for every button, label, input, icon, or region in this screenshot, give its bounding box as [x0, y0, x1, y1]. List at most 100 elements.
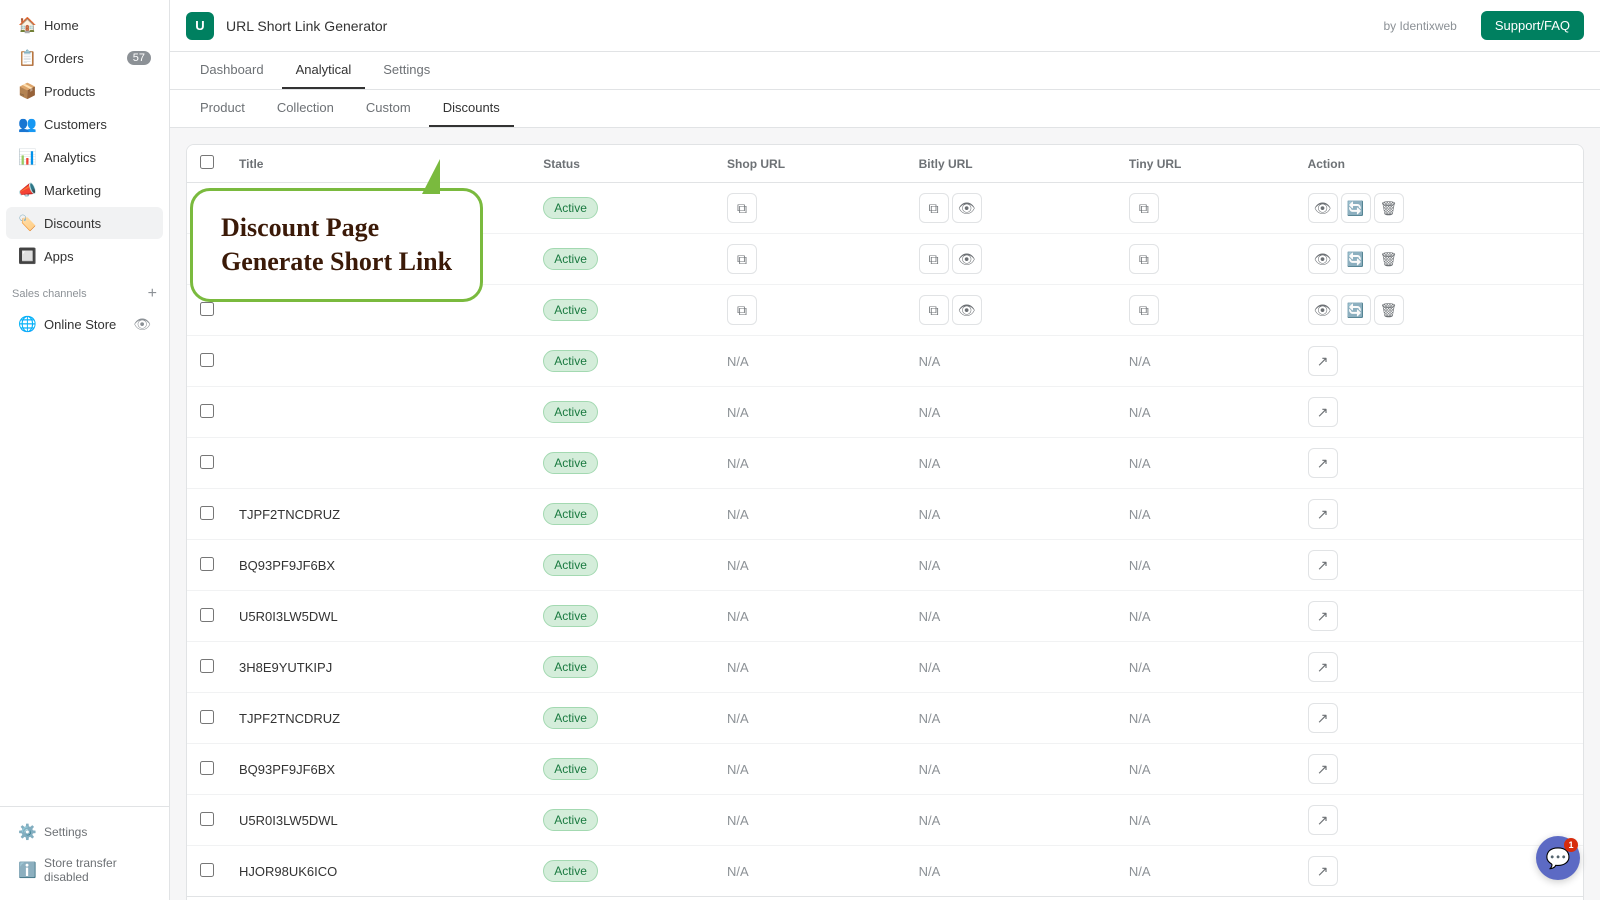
table-row: TJPF2TNCDRUZ Active N/A N/A N/A ↗: [187, 489, 1583, 540]
external-btn-13[interactable]: ↗: [1308, 856, 1338, 886]
external-btn-11[interactable]: ↗: [1308, 754, 1338, 784]
select-all-checkbox[interactable]: [200, 155, 214, 169]
sidebar-item-products[interactable]: 📦 Products: [6, 75, 163, 107]
row-title-13: HJOR98UK6ICO: [227, 846, 531, 897]
sidebar-item-marketing[interactable]: 📣 Marketing: [6, 174, 163, 206]
sidebar-item-home[interactable]: 🏠 Home: [6, 9, 163, 41]
row-checkbox-3[interactable]: [200, 353, 214, 367]
row-title-8: U5R0I3LW5DWL: [227, 591, 531, 642]
row-checkbox-1[interactable]: [200, 251, 214, 265]
external-btn-4[interactable]: ↗: [1308, 397, 1338, 427]
nav-tab-analytical[interactable]: Analytical: [282, 52, 366, 89]
row-checkbox-11[interactable]: [200, 761, 214, 775]
external-btn-9[interactable]: ↗: [1308, 652, 1338, 682]
tiny-url-cell-4: N/A: [1117, 387, 1296, 438]
nav-tab-dashboard[interactable]: Dashboard: [186, 52, 278, 89]
main-content: U URL Short Link Generator by Identixweb…: [170, 0, 1600, 900]
col-action: Action: [1296, 145, 1583, 183]
view-btn-0[interactable]: 👁: [1308, 193, 1338, 223]
sidebar-item-analytics[interactable]: 📊 Analytics: [6, 141, 163, 173]
status-badge-0: Active: [543, 197, 598, 219]
sidebar-item-apps[interactable]: 🔲 Apps: [6, 240, 163, 272]
copy-shop-btn-2[interactable]: ⧉: [727, 295, 757, 325]
support-faq-button[interactable]: Support/FAQ: [1481, 11, 1584, 40]
action-cell-7: ↗: [1296, 540, 1583, 591]
row-checkbox-13[interactable]: [200, 863, 214, 877]
external-btn-12[interactable]: ↗: [1308, 805, 1338, 835]
products-icon: 📦: [18, 82, 36, 100]
status-badge-3: Active: [543, 350, 598, 372]
table-row: Active N/A N/A N/A ↗: [187, 336, 1583, 387]
content-tab-collection[interactable]: Collection: [263, 90, 348, 127]
shop-url-cell-10: N/A: [715, 693, 907, 744]
sidebar-label-apps: Apps: [44, 249, 74, 264]
bitly-url-na-6: N/A: [919, 507, 941, 522]
app-icon: U: [186, 12, 214, 40]
row-checkbox-12[interactable]: [200, 812, 214, 826]
copy-bitly-btn-0[interactable]: ⧉: [919, 193, 949, 223]
row-checkbox-0[interactable]: [200, 200, 214, 214]
external-btn-5[interactable]: ↗: [1308, 448, 1338, 478]
pagination: ← →: [187, 896, 1583, 900]
content-tab-product[interactable]: Product: [186, 90, 259, 127]
external-btn-3[interactable]: ↗: [1308, 346, 1338, 376]
shop-url-cell-0: ⧉: [715, 183, 907, 234]
bitly-url-cell-11: N/A: [907, 744, 1117, 795]
channel-expand-icon: 👁: [133, 316, 151, 333]
copy-bitly-btn-1[interactable]: ⧉: [919, 244, 949, 274]
tiny-url-cell-6: N/A: [1117, 489, 1296, 540]
table-row: U5R0I3LW5DWL Active N/A N/A N/A ↗: [187, 795, 1583, 846]
view-btn-1[interactable]: 👁: [1308, 244, 1338, 274]
action-cell-12: ↗: [1296, 795, 1583, 846]
sidebar-item-discounts[interactable]: 🏷️ Discounts: [6, 207, 163, 239]
external-btn-10[interactable]: ↗: [1308, 703, 1338, 733]
copy-tiny-btn-0[interactable]: ⧉: [1129, 193, 1159, 223]
add-sales-channel-icon[interactable]: +: [148, 285, 157, 303]
shop-url-cell-3: N/A: [715, 336, 907, 387]
row-checkbox-9[interactable]: [200, 659, 214, 673]
row-checkbox-10[interactable]: [200, 710, 214, 724]
sidebar-badge-orders: 57: [127, 51, 151, 65]
view-btn-2[interactable]: 👁: [1308, 295, 1338, 325]
row-checkbox-6[interactable]: [200, 506, 214, 520]
row-checkbox-7[interactable]: [200, 557, 214, 571]
view-bitly-btn-2[interactable]: 👁: [952, 295, 982, 325]
sidebar-item-customers[interactable]: 👥 Customers: [6, 108, 163, 140]
action-cell-1: 👁 🔄 🗑: [1296, 234, 1583, 285]
copy-tiny-btn-1[interactable]: ⧉: [1129, 244, 1159, 274]
row-checkbox-2[interactable]: [200, 302, 214, 316]
bottom-label-store-transfer: Store transfer disabled: [44, 856, 151, 884]
external-btn-6[interactable]: ↗: [1308, 499, 1338, 529]
row-checkbox-8[interactable]: [200, 608, 214, 622]
copy-shop-btn-1[interactable]: ⧉: [727, 244, 757, 274]
refresh-btn-1[interactable]: 🔄: [1341, 244, 1371, 274]
external-btn-7[interactable]: ↗: [1308, 550, 1338, 580]
sidebar-bottom-settings[interactable]: ⚙️ Settings: [6, 816, 163, 848]
view-bitly-btn-1[interactable]: 👁: [952, 244, 982, 274]
table-row: 3H8E9YUTKIPJ Active N/A N/A N/A ↗: [187, 642, 1583, 693]
marketing-icon: 📣: [18, 181, 36, 199]
delete-btn-0[interactable]: 🗑: [1374, 193, 1404, 223]
row-checkbox-4[interactable]: [200, 404, 214, 418]
home-icon: 🏠: [18, 16, 36, 34]
delete-btn-2[interactable]: 🗑: [1374, 295, 1404, 325]
sidebar-channel-online-store[interactable]: 🌐 Online Store 👁: [6, 308, 163, 340]
tiny-url-cell-10: N/A: [1117, 693, 1296, 744]
delete-btn-1[interactable]: 🗑: [1374, 244, 1404, 274]
refresh-btn-2[interactable]: 🔄: [1341, 295, 1371, 325]
status-badge-12: Active: [543, 809, 598, 831]
sidebar-item-orders[interactable]: 📋 Orders 57: [6, 42, 163, 74]
table-row: BQ93PF9JF6BX Active N/A N/A N/A ↗: [187, 540, 1583, 591]
copy-shop-btn-0[interactable]: ⧉: [727, 193, 757, 223]
copy-bitly-btn-2[interactable]: ⧉: [919, 295, 949, 325]
content-tab-discounts[interactable]: Discounts: [429, 90, 514, 127]
external-btn-8[interactable]: ↗: [1308, 601, 1338, 631]
nav-tab-settings[interactable]: Settings: [369, 52, 444, 89]
sidebar-bottom-store-transfer[interactable]: ℹ️ Store transfer disabled: [6, 849, 163, 891]
view-bitly-btn-0[interactable]: 👁: [952, 193, 982, 223]
chat-button[interactable]: 💬 1: [1536, 836, 1580, 880]
content-tab-custom[interactable]: Custom: [352, 90, 425, 127]
refresh-btn-0[interactable]: 🔄: [1341, 193, 1371, 223]
copy-tiny-btn-2[interactable]: ⧉: [1129, 295, 1159, 325]
row-checkbox-5[interactable]: [200, 455, 214, 469]
